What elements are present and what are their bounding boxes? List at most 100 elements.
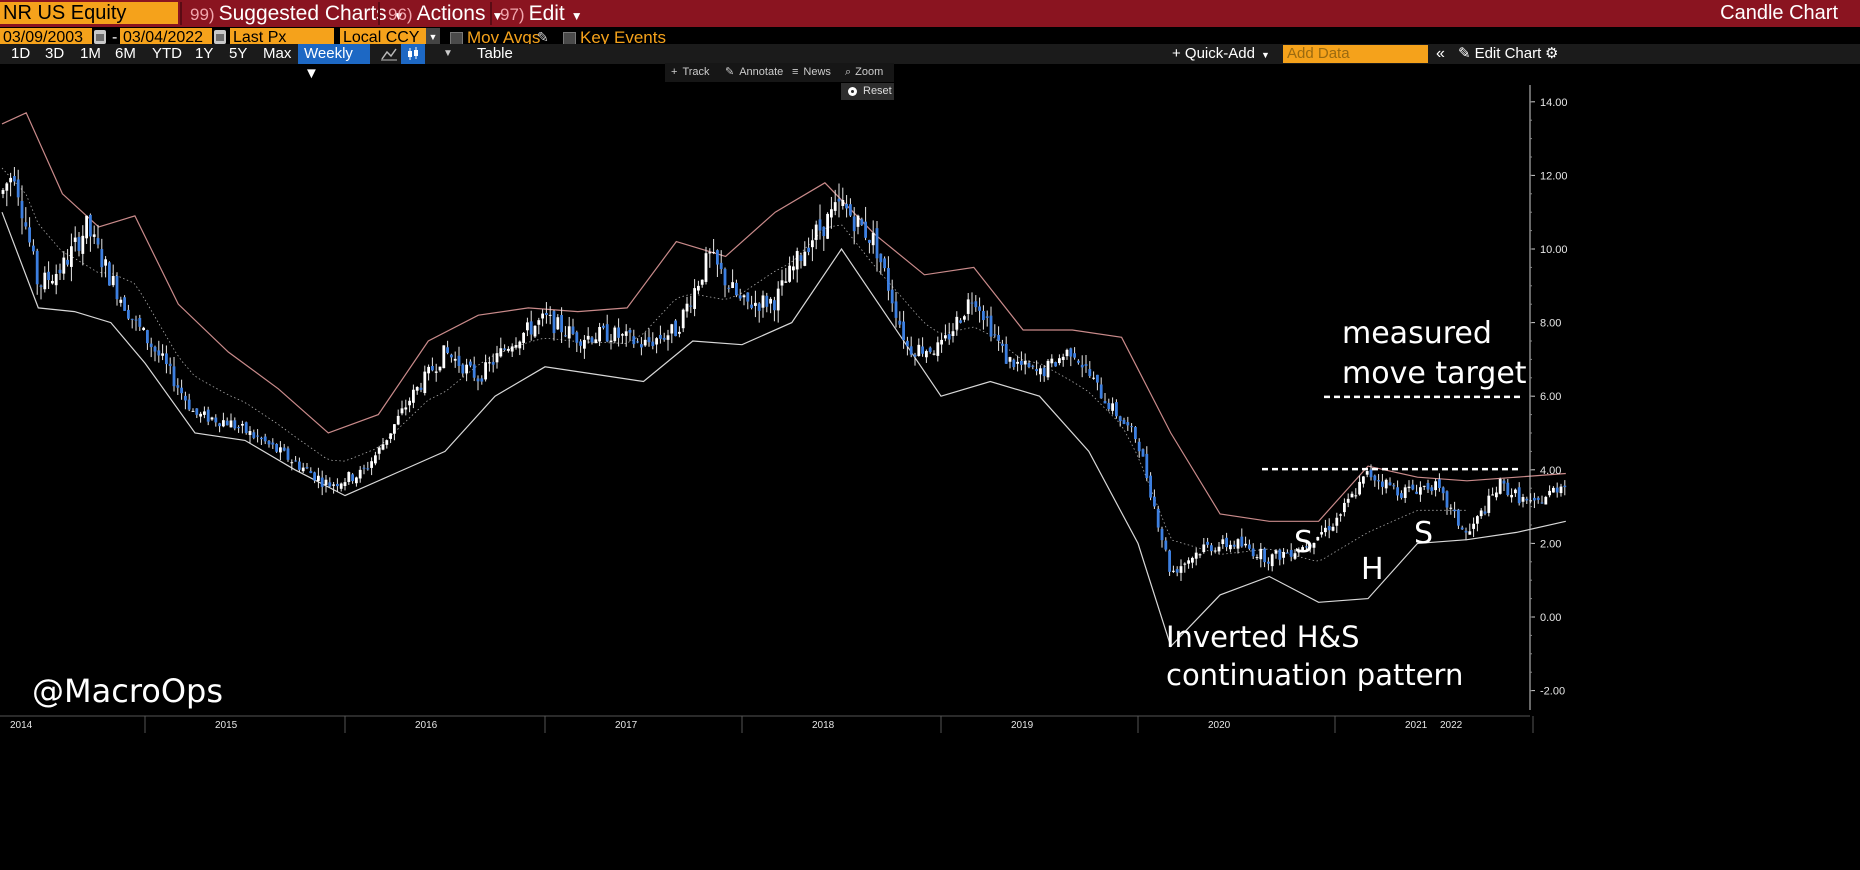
candle-body (792, 266, 795, 271)
candle-body (195, 408, 199, 415)
candle-body (16, 179, 20, 198)
candle-body (921, 346, 924, 354)
candle-body (1179, 566, 1183, 573)
candle-body (1221, 539, 1225, 545)
candle-body (1460, 527, 1464, 530)
candle-chart[interactable]: 14.00 12.00 10.00 8.00 6.00 4.00 2.00 0.00 -2.00… (0, 0, 1860, 870)
candle-body (1008, 357, 1012, 362)
candle-body (985, 316, 989, 318)
candle-body (837, 198, 841, 202)
candle-body (153, 346, 157, 352)
candle-body (697, 285, 700, 291)
candle-body (1544, 496, 1548, 505)
candle-body (1430, 487, 1434, 492)
candle-body (480, 378, 484, 382)
candle-body (172, 366, 176, 387)
candle-body (974, 301, 978, 308)
candle-body (1153, 496, 1156, 507)
candle-body (1039, 368, 1042, 375)
candle-body (898, 320, 902, 325)
candle-body (1023, 360, 1027, 365)
candle-body (716, 250, 719, 265)
candle-body (830, 209, 833, 218)
candle-body (1270, 554, 1274, 567)
candle-body (286, 448, 290, 460)
candle-body (818, 219, 822, 231)
candle-body (301, 467, 305, 472)
candle-body (632, 336, 636, 345)
candle-body (275, 443, 278, 452)
candle-body (548, 314, 552, 316)
candle-body (370, 461, 373, 468)
candle-body (894, 301, 898, 318)
candle-body (1149, 475, 1152, 498)
candle-body (347, 472, 351, 482)
candle-body (803, 251, 807, 266)
candle-body (491, 361, 495, 365)
candle-body (1187, 560, 1190, 564)
candle-body (909, 346, 913, 355)
candle-body (1392, 485, 1396, 487)
candle-body (214, 417, 218, 423)
candle-body (374, 455, 377, 464)
track-tool[interactable]: + Track (671, 63, 710, 82)
candle-body (317, 475, 320, 481)
y-tick-label: 12.00 (1540, 170, 1568, 182)
candle-body (294, 460, 297, 462)
candle-body (130, 318, 134, 320)
candle-body (423, 371, 427, 394)
y-tick-label: 4.00 (1540, 465, 1561, 477)
candle-body (1563, 485, 1567, 488)
candle-body (62, 257, 66, 274)
candle-body (309, 471, 313, 474)
candle-body (267, 440, 271, 445)
news-tool[interactable]: ≡ News (792, 63, 831, 82)
candle-body (932, 353, 936, 355)
candle-body (1259, 548, 1263, 560)
candle-body (860, 219, 864, 225)
candle-body (887, 268, 890, 291)
annotate-tool[interactable]: ✎ Annotate (725, 63, 783, 82)
left-shoulder-label: S (1294, 525, 1314, 560)
candle-body (446, 347, 449, 353)
candle-body (377, 447, 381, 454)
candle-body (393, 424, 396, 434)
candle-body (1001, 343, 1004, 346)
candle-body (404, 407, 408, 410)
candle-body (955, 316, 959, 330)
candle-body (1533, 497, 1536, 501)
candle-body (1255, 557, 1259, 559)
candle-body (1396, 487, 1399, 496)
candle-body (1483, 511, 1487, 514)
candle-body (450, 354, 453, 358)
candle-body (1248, 544, 1251, 549)
candle-body (541, 313, 544, 319)
candle-body (469, 361, 472, 366)
candle-body (1004, 344, 1008, 364)
candle-body (1069, 348, 1073, 357)
candle-body (1350, 493, 1354, 498)
candle-body (408, 400, 411, 406)
candle-body (841, 200, 845, 206)
candle-body (761, 295, 765, 308)
candle-body (412, 389, 415, 403)
candle-body (1377, 480, 1380, 482)
candle-body (936, 342, 940, 356)
reset-button[interactable]: Reset (841, 83, 894, 100)
candle-body (1438, 479, 1441, 489)
candle-body (415, 386, 419, 391)
candle-body (685, 303, 689, 312)
y-tick-label: -2.00 (1540, 686, 1565, 698)
candle-body (1088, 369, 1092, 377)
candle-body (621, 334, 624, 336)
x-tick-label: 2015 (215, 720, 238, 731)
candle-body (180, 387, 183, 394)
zoom-tool[interactable]: ⌕ Zoom (845, 63, 883, 82)
candle-body (1536, 497, 1540, 500)
candle-body (1327, 526, 1331, 531)
candle-body (1156, 508, 1160, 528)
candle-body (256, 435, 259, 437)
y-tick-label: 14.00 (1540, 97, 1568, 109)
candle-body (913, 354, 917, 357)
candle-body (776, 288, 780, 311)
